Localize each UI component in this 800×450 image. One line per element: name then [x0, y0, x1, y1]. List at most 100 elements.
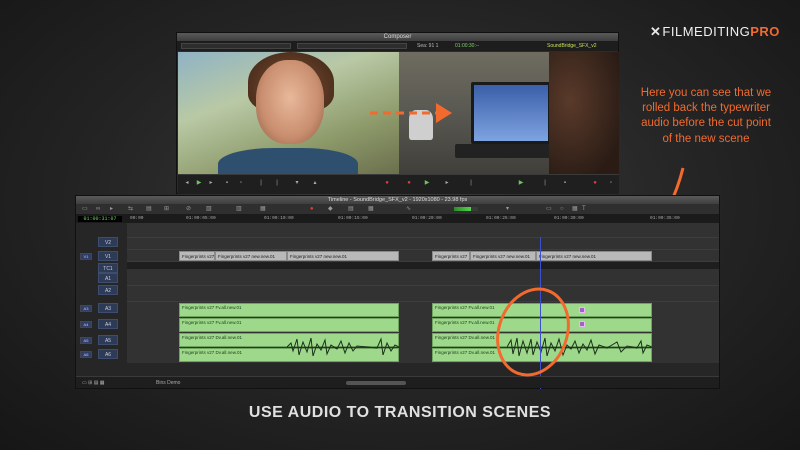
- logo-text-b: PRO: [750, 24, 780, 39]
- track-divider: [127, 249, 719, 250]
- video-clip[interactable]: Fingerprints v27 new.new.01: [536, 251, 652, 261]
- source-dropdown-2[interactable]: [297, 43, 407, 49]
- logo-text-a: FILMEDITING: [662, 24, 751, 39]
- timeline-statusbar: ▭ ⊞ ▤ ▦ Bins Demo: [76, 376, 719, 388]
- select-icon[interactable]: ▸: [110, 206, 113, 213]
- ripple-icon[interactable]: ⊘: [186, 206, 191, 213]
- track-header-v1[interactable]: V1: [98, 251, 118, 261]
- clip-marker-icon[interactable]: [579, 307, 585, 313]
- timeline-scrollbar[interactable]: [346, 381, 406, 385]
- page-caption: USE AUDIO TO TRANSITION SCENES: [248, 404, 552, 421]
- waveform-graphic: [287, 337, 399, 357]
- highlight-circle-icon: [496, 287, 570, 377]
- brand-logo: ✕FILMEDITINGPRO: [650, 24, 780, 40]
- overwrite-icon[interactable]: ▴: [312, 180, 318, 186]
- annotation-text: Here you can see that we rolled back the…: [640, 87, 772, 145]
- trim-tool-icon[interactable]: ⊞: [164, 206, 169, 213]
- sequence-field: Sea: 91 1: [417, 43, 439, 49]
- ruler-tick: 00:00: [130, 216, 144, 221]
- next-icon[interactable]: |: [274, 180, 280, 186]
- typing-person: [549, 52, 619, 174]
- mark-out-icon[interactable]: ▪: [224, 180, 230, 186]
- track-header-a3[interactable]: A3: [98, 303, 118, 313]
- ruler-tick: 01:00:25:00: [486, 216, 516, 221]
- patch-v1[interactable]: V1: [80, 253, 92, 260]
- timeline-ruler[interactable]: 00:00 01:00:05:00 01:00:10:00 01:00:15:0…: [76, 215, 719, 223]
- play-2-icon[interactable]: ▶: [424, 180, 430, 186]
- lift-tool-icon[interactable]: ▤: [146, 206, 152, 213]
- logo-x-mark: ✕: [650, 24, 662, 39]
- patch-a3[interactable]: A3: [80, 305, 92, 312]
- patch-a4[interactable]: A4: [80, 321, 92, 328]
- track-header-a6[interactable]: A6: [98, 349, 118, 359]
- master-timecode[interactable]: 01:00:31:07: [78, 216, 122, 222]
- splice-icon[interactable]: ▾: [294, 180, 300, 186]
- track-header-a4[interactable]: A4: [98, 319, 118, 329]
- overwrite-tool-icon[interactable]: ▦: [260, 206, 266, 213]
- play-icon[interactable]: ▶: [196, 180, 202, 186]
- step-icon[interactable]: ▸: [208, 180, 214, 186]
- ruler-tick: 01:00:05:00: [186, 216, 216, 221]
- composer-topbar: Sea: 91 1 01:00:30:-- SoundBridge_SFX_v2: [177, 41, 618, 51]
- extract-tool-icon[interactable]: ▧: [206, 206, 212, 213]
- dashed-arrow-icon: [370, 103, 452, 123]
- record-2-icon[interactable]: ●: [406, 180, 412, 186]
- circle-icon[interactable]: ○: [560, 206, 564, 213]
- actor-shirt: [218, 148, 358, 174]
- trim-icon[interactable]: |: [468, 180, 474, 186]
- audio-mixer-icon[interactable]: ▦: [368, 206, 374, 213]
- ruler-tick: 01:00:30:00: [554, 216, 584, 221]
- ruler-tick: 01:00:35:00: [650, 216, 680, 221]
- meter-arrow-icon[interactable]: ▾: [506, 206, 509, 213]
- clip-marker-icon[interactable]: [579, 321, 585, 327]
- track-header-a2[interactable]: A2: [98, 285, 118, 295]
- video-clip[interactable]: Fingerprints v27: [179, 251, 215, 261]
- splice-tool-icon[interactable]: ▥: [236, 206, 242, 213]
- text-tool-icon[interactable]: T: [582, 206, 586, 213]
- track-header-a5[interactable]: A5: [98, 335, 118, 345]
- clear-icon[interactable]: ▫: [238, 180, 244, 186]
- sequence-name: SoundBridge_SFX_v2: [547, 43, 597, 49]
- video-clip[interactable]: Fingerprints v27 new.new.01: [470, 251, 536, 261]
- link-icon[interactable]: ∞: [96, 206, 100, 213]
- waveform-icon[interactable]: ∿: [406, 206, 411, 213]
- laptop-screen: [471, 82, 551, 144]
- track-divider: [127, 237, 719, 238]
- record-tool-icon[interactable]: ●: [310, 206, 314, 213]
- record-icon[interactable]: ●: [384, 180, 390, 186]
- video-clip[interactable]: Fingerprints v27 new.new.01: [287, 251, 399, 261]
- source-viewer[interactable]: [178, 52, 399, 174]
- timeline-window: Timeline - SoundBridge_SFX_v2 - 1920x108…: [75, 195, 720, 389]
- ruler-tick: 01:00:15:00: [338, 216, 368, 221]
- bin-label[interactable]: Bins Demo: [156, 380, 180, 386]
- ruler-tick: 01:00:10:00: [264, 216, 294, 221]
- ruler-tick: 01:00:20:00: [412, 216, 442, 221]
- mark-in-icon[interactable]: ◂: [184, 180, 190, 186]
- audio-clip[interactable]: Fingerprints v27 Fv.all.new.01: [179, 303, 399, 317]
- audio-clip[interactable]: Fingerprints v27 Fv.all.new.01: [179, 318, 399, 332]
- grid-icon[interactable]: ▦: [572, 206, 578, 213]
- timeline-title: Timeline - SoundBridge_SFX_v2 - 1920x108…: [76, 196, 719, 204]
- video-clip[interactable]: Fingerprints v27: [432, 251, 470, 261]
- track-header-tc1[interactable]: TC1: [98, 263, 118, 273]
- mark-tool-icon[interactable]: ◆: [328, 206, 333, 213]
- toggle-icon[interactable]: ▭: [82, 206, 88, 213]
- composer-title: Composer: [177, 33, 618, 41]
- sequence-timecode: 01:00:30:--: [455, 43, 480, 49]
- step-2-icon[interactable]: ▸: [444, 180, 450, 186]
- track-header-a1[interactable]: A1: [98, 273, 118, 283]
- track-divider: [127, 301, 719, 302]
- view-icon[interactable]: ▭: [546, 206, 552, 213]
- prev-icon[interactable]: |: [258, 180, 264, 186]
- patch-a5[interactable]: A5: [80, 337, 92, 344]
- play-3-icon[interactable]: ▶: [518, 180, 524, 186]
- source-dropdown[interactable]: [181, 43, 291, 49]
- patch-a6[interactable]: A6: [80, 351, 92, 358]
- segment-icon[interactable]: ⇆: [128, 206, 133, 213]
- track-divider: [127, 285, 719, 286]
- match-frame-icon[interactable]: ▤: [348, 206, 354, 213]
- track-header-v2[interactable]: V2: [98, 237, 118, 247]
- status-icons: ▭ ⊞ ▤ ▦: [82, 380, 105, 386]
- track-area[interactable]: Fingerprints v27 Fingerprints v27 new.ne…: [127, 223, 719, 389]
- video-clip[interactable]: Fingerprints v27 new.new.01: [215, 251, 287, 261]
